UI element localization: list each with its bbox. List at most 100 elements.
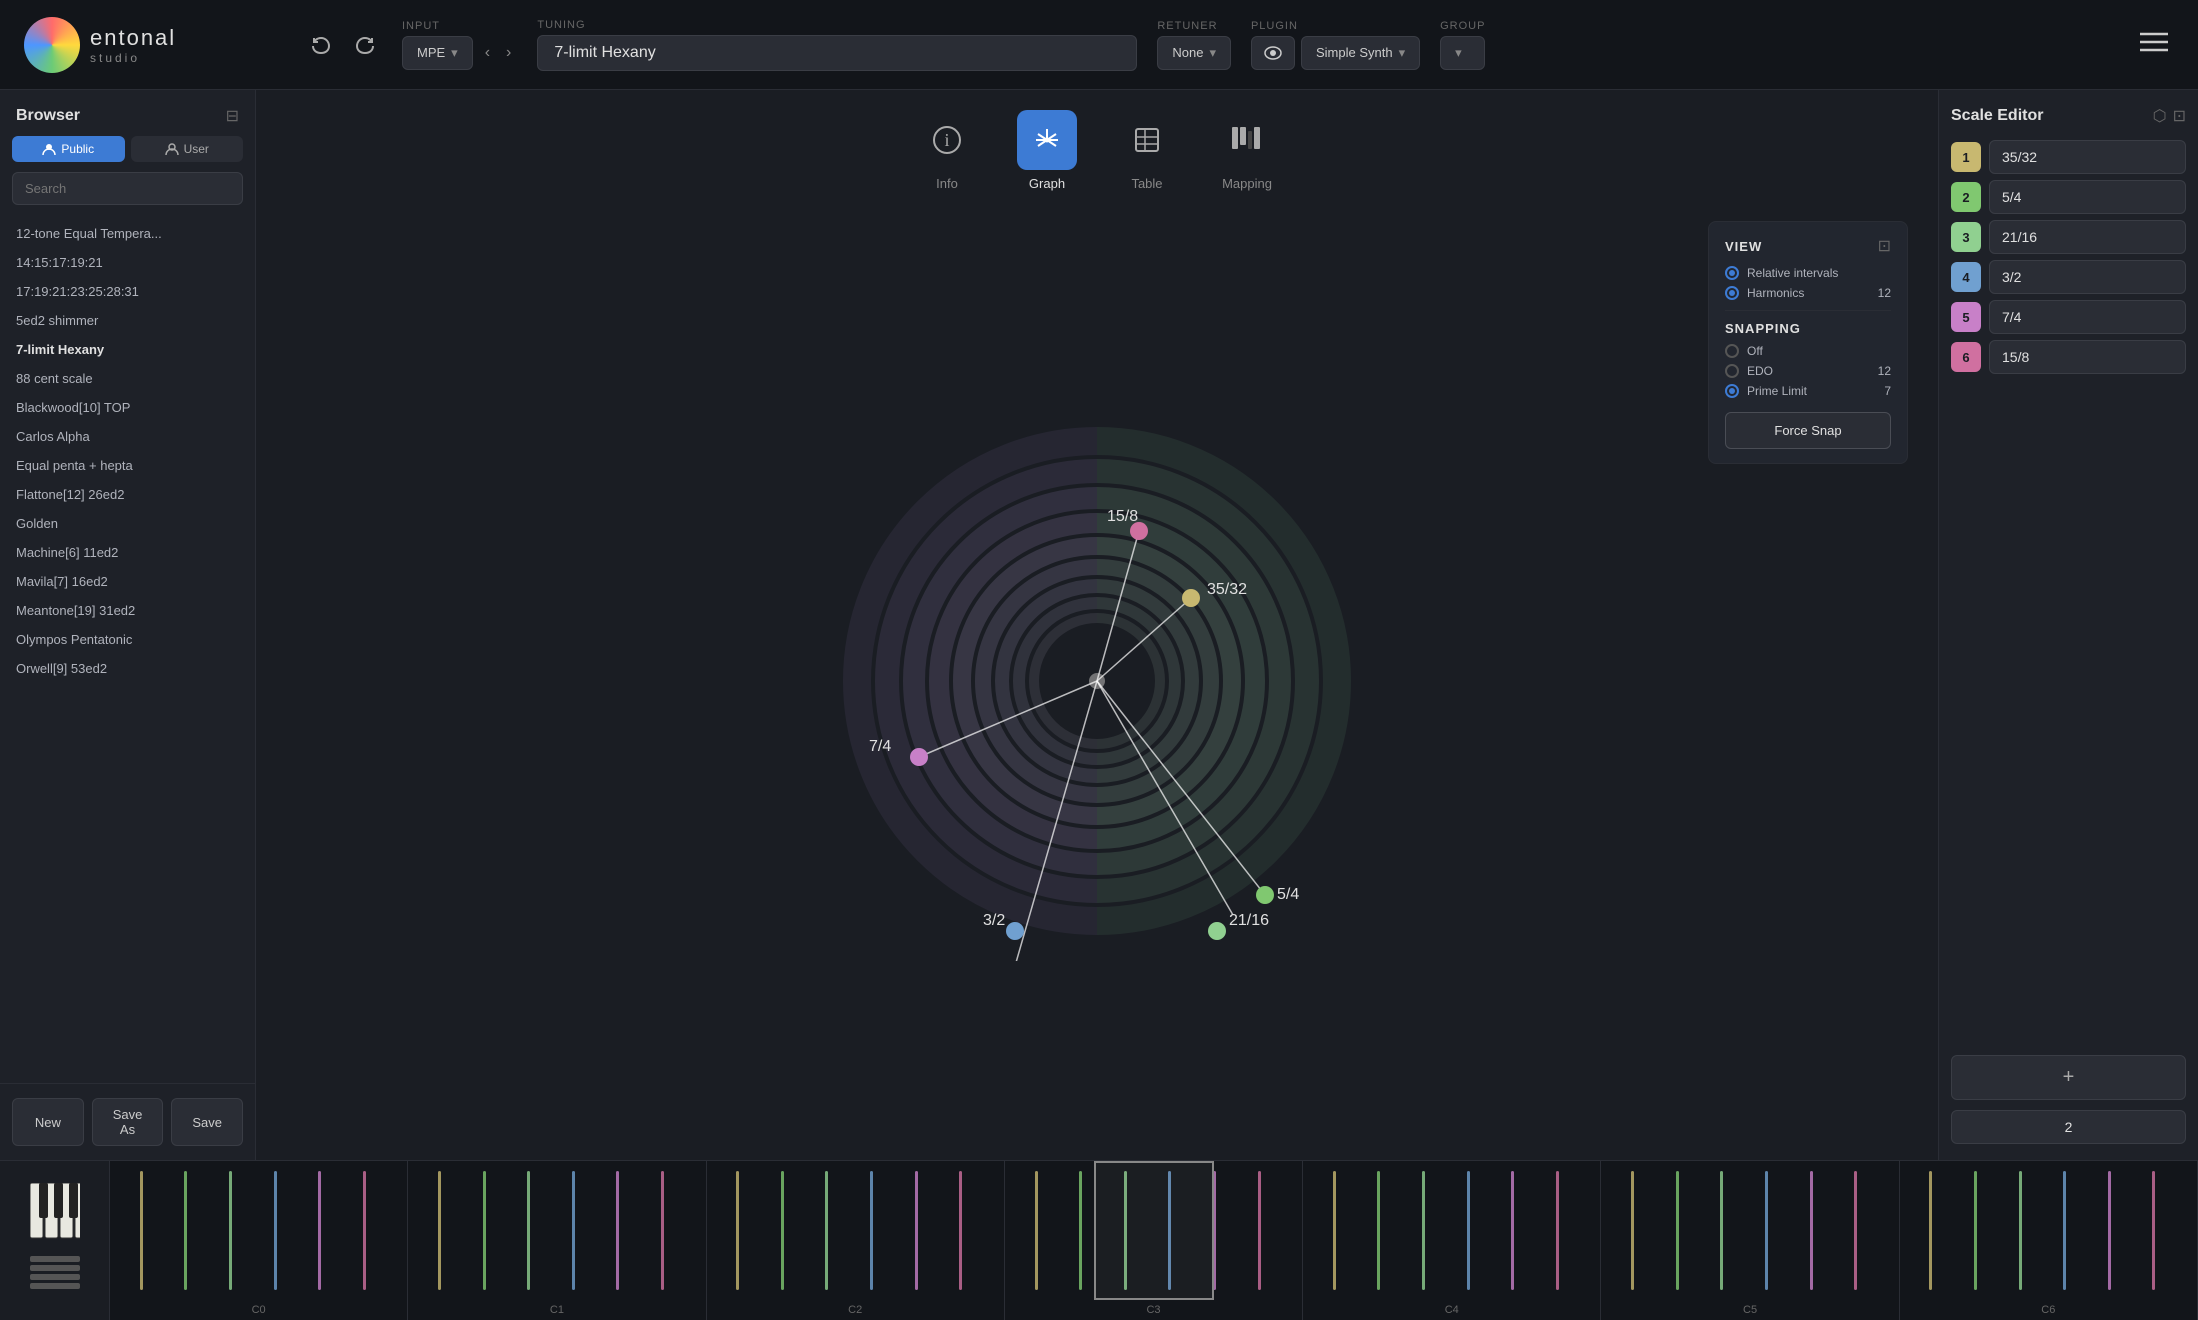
svg-text:15/8: 15/8 xyxy=(1107,508,1138,525)
note-value[interactable]: 5/4 xyxy=(1989,180,2186,214)
browser-list-item[interactable]: Orwell[9] 53ed2 xyxy=(0,654,255,683)
user-tab[interactable]: User xyxy=(131,136,244,162)
note-value[interactable]: 35/32 xyxy=(1989,140,2186,174)
retuner-label: RETUNER xyxy=(1157,20,1231,32)
browser-list-item[interactable]: Golden xyxy=(0,509,255,538)
group-label: GROUP xyxy=(1440,20,1485,32)
redo-button[interactable] xyxy=(348,28,382,62)
piano-keys xyxy=(0,1161,110,1320)
spiral-graph: 35/32 15/8 7/4 5/4 3/2 21/16 xyxy=(817,401,1377,961)
octave-label: C5 xyxy=(1601,1300,1899,1320)
group-dropdown[interactable]: ▾ xyxy=(1440,36,1485,70)
tab-graph-icon xyxy=(1017,110,1077,170)
scale-editor-title: Scale Editor xyxy=(1951,107,2043,125)
scale-note-row: 5 7/4 xyxy=(1951,300,2186,334)
browser-panel: Browser ⊟ Public User 12-tone Equal Temp… xyxy=(0,90,256,1160)
note-value[interactable]: 3/2 xyxy=(1989,260,2186,294)
browser-list-item[interactable]: 88 cent scale xyxy=(0,364,255,393)
public-tab[interactable]: Public xyxy=(12,136,125,162)
chevron-down-icon: ▾ xyxy=(1399,45,1406,61)
tab-table-label: Table xyxy=(1131,176,1162,191)
force-snap-button[interactable]: Force Snap xyxy=(1725,412,1891,449)
note-value[interactable]: 21/16 xyxy=(1989,220,2186,254)
plugin-dropdown[interactable]: Simple Synth ▾ xyxy=(1301,36,1420,70)
piano-roll-octave-column xyxy=(110,1161,408,1300)
relative-intervals-radio[interactable] xyxy=(1725,266,1739,280)
tab-mapping-icon xyxy=(1217,110,1277,170)
snapping-section: SNAPPING Off EDO 12 Prime Limit 7 xyxy=(1725,321,1891,449)
save-button[interactable]: Save xyxy=(171,1098,243,1146)
logo-area: entonal studio xyxy=(24,17,284,73)
note-value[interactable]: 7/4 xyxy=(1989,300,2186,334)
octave-label: C4 xyxy=(1303,1300,1601,1320)
input-section: INPUT MPE ▾ ‹ › xyxy=(402,20,517,70)
browser-list-item[interactable]: Equal penta + hepta xyxy=(0,451,255,480)
mpe-dropdown[interactable]: MPE ▾ xyxy=(402,36,473,70)
tuning-label: TUNING xyxy=(537,19,1137,31)
tab-graph[interactable]: Graph xyxy=(1017,110,1077,191)
undo-button[interactable] xyxy=(304,28,338,62)
note-number: 1 xyxy=(1951,142,1981,172)
browser-list-item[interactable]: Blackwood[10] TOP xyxy=(0,393,255,422)
scale-note-row: 43/2 xyxy=(1951,260,2186,294)
tab-mapping[interactable]: Mapping xyxy=(1217,110,1277,191)
add-note-button[interactable]: + xyxy=(1951,1055,2186,1100)
snapping-edo-radio[interactable] xyxy=(1725,364,1739,378)
tuning-section: TUNING 7-limit Hexany xyxy=(537,19,1137,71)
browser-list-item[interactable]: Meantone[19] 31ed2 xyxy=(0,596,255,625)
retuner-dropdown[interactable]: None ▾ xyxy=(1157,36,1231,70)
prev-tuning-button[interactable]: ‹ xyxy=(479,38,496,68)
plugin-label: PLUGIN xyxy=(1251,20,1420,32)
scale-editor-settings-button[interactable]: ⊡ xyxy=(2173,106,2186,126)
snapping-off-radio[interactable] xyxy=(1725,344,1739,358)
browser-list-item[interactable]: Machine[6] 11ed2 xyxy=(0,538,255,567)
hamburger-menu-button[interactable] xyxy=(2134,25,2174,65)
relative-intervals-row: Relative intervals xyxy=(1725,266,1891,280)
browser-collapse-button[interactable]: ⊟ xyxy=(226,106,239,126)
new-button[interactable]: New xyxy=(12,1098,84,1146)
octave-value: 2 xyxy=(1951,1110,2186,1144)
snapping-edo-label: EDO xyxy=(1747,364,1870,378)
scale-notes-list: 135/3225/4321/1643/257/4615/8 xyxy=(1951,140,2186,1049)
note-number: 5 xyxy=(1951,302,1981,332)
note-number: 3 xyxy=(1951,222,1981,252)
browser-list-item[interactable]: 12-tone Equal Tempera... xyxy=(0,219,255,248)
piano-roll-octave-column xyxy=(1900,1161,2198,1300)
snapping-prime-radio[interactable] xyxy=(1725,384,1739,398)
piano-roll-octave-column xyxy=(1303,1161,1601,1300)
scale-note-row: 1 35/32 xyxy=(1951,140,2186,174)
browser-list-item[interactable]: 7-limit Hexany xyxy=(0,335,255,364)
browser-list-item[interactable]: 5ed2 shimmer xyxy=(0,306,255,335)
tab-info[interactable]: iInfo xyxy=(917,110,977,191)
octave-label: C0 xyxy=(110,1300,408,1320)
plugin-visibility-toggle[interactable] xyxy=(1251,36,1295,70)
octave-label: C2 xyxy=(707,1300,1005,1320)
scale-editor-export-button[interactable]: ⬡ xyxy=(2153,106,2167,126)
svg-text:3/2: 3/2 xyxy=(983,912,1005,929)
snapping-prime-label: Prime Limit xyxy=(1747,384,1876,398)
note-value[interactable]: 15/8 xyxy=(1989,340,2186,374)
save-as-button[interactable]: Save As xyxy=(92,1098,164,1146)
harmonics-value: 12 xyxy=(1878,286,1891,300)
tab-table[interactable]: Table xyxy=(1117,110,1177,191)
octave-label: C1 xyxy=(408,1300,706,1320)
browser-list-item[interactable]: Carlos Alpha xyxy=(0,422,255,451)
tab-mapping-label: Mapping xyxy=(1222,176,1272,191)
octave-label: C3 xyxy=(1005,1300,1303,1320)
view-panel-collapse-button[interactable]: ⊡ xyxy=(1878,236,1891,256)
scale-editor-panel: Scale Editor ⬡ ⊡ 1 35/32 2 5/4 3 21/16 43/2 5 7/… xyxy=(1938,90,2198,1160)
chevron-down-icon: ▾ xyxy=(1209,45,1216,61)
browser-list-item[interactable]: Olympos Pentatonic xyxy=(0,625,255,654)
browser-footer: New Save As Save xyxy=(0,1083,255,1160)
browser-list-item[interactable]: Mavila[7] 16ed2 xyxy=(0,567,255,596)
chevron-down-icon: ▾ xyxy=(451,45,458,61)
browser-list-item[interactable]: 14:15:17:19:21 xyxy=(0,248,255,277)
harmonics-radio[interactable] xyxy=(1725,286,1739,300)
browser-list-item[interactable]: 17:19:21:23:25:28:31 xyxy=(0,277,255,306)
search-input[interactable] xyxy=(12,172,243,205)
browser-list-item[interactable]: Flattone[12] 26ed2 xyxy=(0,480,255,509)
piano-roll-content: C0C1C2C3C4C5C6 xyxy=(110,1161,2198,1320)
scale-note-row: 3 21/16 xyxy=(1951,220,2186,254)
view-panel: VIEW ⊡ Relative intervals Harmonics 12 S… xyxy=(1708,221,1908,464)
next-tuning-button[interactable]: › xyxy=(500,38,517,68)
